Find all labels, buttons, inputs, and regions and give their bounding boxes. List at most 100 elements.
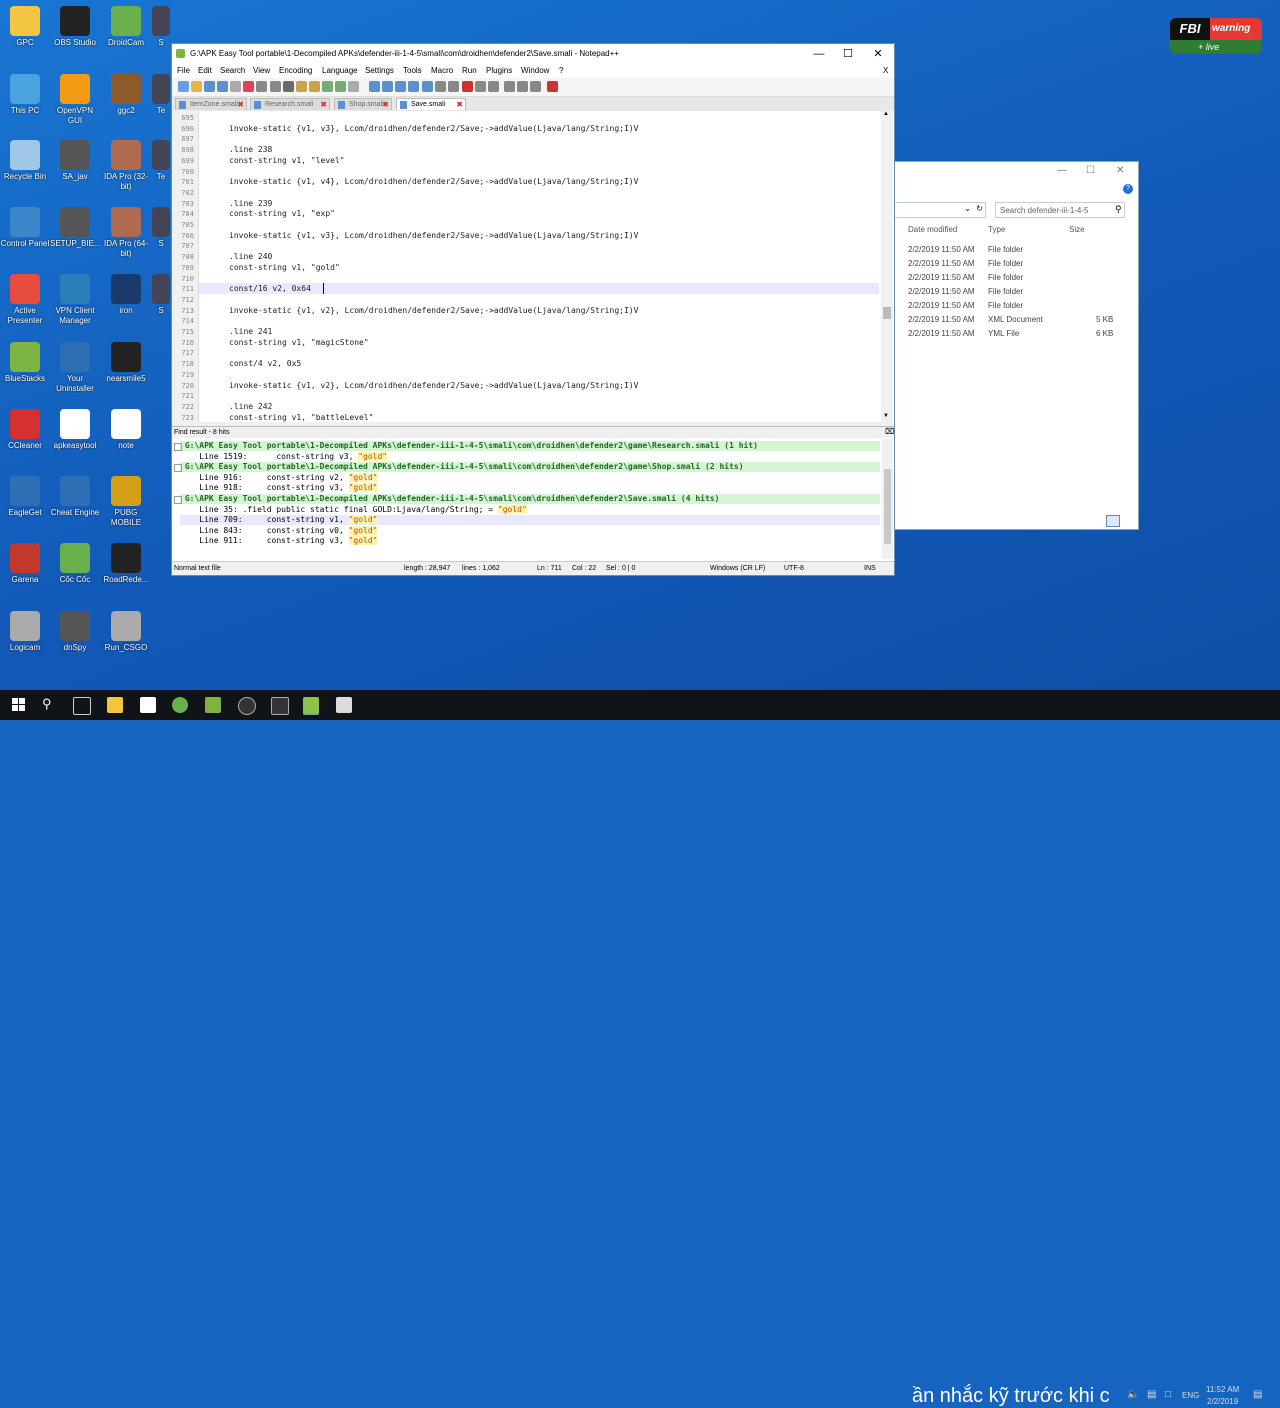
toolbar-button-icon[interactable]: [395, 81, 406, 92]
find-scrollbar[interactable]: [882, 439, 893, 559]
find-result-hit[interactable]: Line 918: const-string v3, "gold": [180, 483, 880, 493]
code-editor[interactable]: 695 696 invoke-static {v1, v3}, Lcom/droid…: [172, 111, 894, 422]
desktop-icon[interactable]: Logicam: [0, 611, 50, 653]
list-item[interactable]: 2/2/2019 11:50 AM XML Document 5 KB: [894, 314, 1138, 328]
code-line[interactable]: const-string v1, "gold": [229, 263, 340, 272]
toolbar-button-icon[interactable]: [348, 81, 359, 92]
desktop-icon[interactable]: Active Presenter: [0, 274, 50, 326]
store-icon[interactable]: [140, 697, 156, 713]
minimize-icon[interactable]: —: [1057, 165, 1067, 176]
menu-item[interactable]: Edit: [198, 64, 212, 78]
code-line[interactable]: .line 239: [229, 199, 272, 208]
desktop-icon[interactable]: apkeasytool: [50, 409, 100, 451]
find-result-hit[interactable]: Line 911: const-string v3, "gold": [180, 536, 880, 546]
toolbar-button-icon[interactable]: [243, 81, 254, 92]
desktop-icon[interactable]: Cốc Cốc: [50, 543, 100, 585]
toolbar-button-icon[interactable]: [322, 81, 333, 92]
desktop-icon[interactable]: IDA Pro (32-bit): [101, 140, 151, 192]
desktop-icon[interactable]: nearsmile5: [101, 342, 151, 384]
menu-item[interactable]: Macro: [431, 64, 453, 78]
desktop-icon[interactable]: SETUP_BIE...: [50, 207, 101, 249]
toolbar-button-icon[interactable]: [448, 81, 459, 92]
toolbar-button-icon[interactable]: [422, 81, 433, 92]
code-line[interactable]: invoke-static {v1, v3}, Lcom/droidhen/de…: [229, 231, 638, 240]
notepadpp-window[interactable]: G:\APK Easy Tool portable\1-Decompiled A…: [171, 43, 895, 576]
code-line[interactable]: const-string v1, "exp": [229, 209, 335, 218]
desktop-icon[interactable]: DroidCam: [101, 6, 151, 48]
toolbar-button-icon[interactable]: [530, 81, 541, 92]
toolbar-button-icon[interactable]: [504, 81, 515, 92]
list-item[interactable]: 2/2/2019 11:50 AM File folder: [894, 258, 1138, 272]
desktop-icon[interactable]: Recycle Bin: [0, 140, 50, 182]
fold-toggle-icon[interactable]: [174, 443, 182, 451]
desktop-icon[interactable]: S: [152, 207, 170, 249]
close-panel-icon[interactable]: ⌧: [885, 427, 894, 436]
desktop-icon[interactable]: Garena: [0, 543, 50, 585]
close-icon[interactable]: ✕: [863, 44, 893, 64]
toolbar-button-icon[interactable]: [204, 81, 215, 92]
code-line[interactable]: const/16 v2, 0x64: [229, 284, 311, 293]
details-view-icon[interactable]: [1106, 515, 1120, 527]
scroll-up-icon[interactable]: ▲: [883, 111, 889, 117]
notification-icon[interactable]: □: [1165, 1389, 1171, 1400]
scroll-thumb[interactable]: [883, 307, 891, 319]
notepadpp-taskbar-icon[interactable]: [303, 697, 319, 715]
menu-item[interactable]: File: [177, 64, 190, 78]
coccoc-icon[interactable]: [172, 697, 188, 713]
code-line[interactable]: .line 238: [229, 145, 272, 154]
code-line[interactable]: const-string v1, "magicStone": [229, 338, 369, 347]
code-line[interactable]: invoke-static {v1, v2}, Lcom/droidhen/de…: [229, 306, 638, 315]
toolbar-button-icon[interactable]: [488, 81, 499, 92]
desktop-icon[interactable]: note: [101, 409, 151, 451]
desktop-icon[interactable]: VPN Client Manager: [50, 274, 100, 326]
menu-item[interactable]: Run: [462, 64, 477, 78]
fold-toggle-icon[interactable]: [174, 464, 182, 473]
code-line[interactable]: .line 241: [229, 327, 272, 336]
toolbar-button-icon[interactable]: [217, 81, 228, 92]
toolbar-button-icon[interactable]: [408, 81, 419, 92]
maximize-icon[interactable]: ☐: [1086, 165, 1095, 176]
close-tab-icon[interactable]: ✖: [237, 99, 244, 111]
maximize-icon[interactable]: ☐: [833, 44, 863, 64]
close-tab-icon[interactable]: ✖: [320, 99, 327, 111]
desktop-icon[interactable]: RoadRede...: [101, 543, 151, 585]
list-item[interactable]: 2/2/2019 11:50 AM YML File 6 KB: [894, 328, 1138, 342]
find-results-panel[interactable]: Find result - 8 hits ⌧ G:\APK Easy Tool …: [172, 426, 894, 561]
menu-item[interactable]: Settings: [365, 64, 394, 78]
menu-item[interactable]: Search: [220, 64, 245, 78]
toolbar-button-icon[interactable]: [296, 81, 307, 92]
menu-item[interactable]: ?: [559, 64, 563, 78]
menu-item[interactable]: Language: [322, 64, 358, 78]
desktop-icon[interactable]: Run_CSGO: [101, 611, 151, 653]
search-input[interactable]: Search defender-iii-1-4-5: [995, 202, 1125, 218]
scroll-down-icon[interactable]: ▼: [883, 413, 889, 419]
find-result-file[interactable]: G:\APK Easy Tool portable\1-Decompiled A…: [180, 462, 880, 473]
desktop-icon[interactable]: OBS Studio: [50, 6, 100, 48]
find-result-hit[interactable]: Line 709: const-string v1, "gold": [180, 515, 880, 526]
action-center-icon[interactable]: ▤: [1253, 1389, 1262, 1400]
tab-itemzone[interactable]: ItemZone.smali ✖: [175, 98, 247, 110]
list-item[interactable]: 2/2/2019 11:50 AM File folder: [894, 300, 1138, 314]
list-item[interactable]: 2/2/2019 11:50 AM File folder: [894, 272, 1138, 286]
desktop-icon[interactable]: GPC: [0, 6, 50, 48]
file-explorer-icon[interactable]: [107, 697, 123, 713]
file-explorer-window[interactable]: — ☐ ✕ ? ⌄ ↻ Search defender-iii-1-4-5 ⚲ …: [893, 161, 1139, 530]
find-result-hit[interactable]: Line 843: const-string v0, "gold": [180, 525, 880, 536]
menu-item[interactable]: Tools: [403, 64, 422, 78]
tab-research[interactable]: Research.smali ✖: [250, 98, 330, 110]
toolbar-button-icon[interactable]: [178, 81, 189, 92]
obs-icon[interactable]: [238, 697, 256, 715]
code-line[interactable]: const/4 v2, 0x5: [229, 359, 301, 368]
column-date-modified[interactable]: Date modified: [908, 225, 957, 234]
minimize-icon[interactable]: —: [804, 44, 834, 64]
toolbar-button-icon[interactable]: [369, 81, 380, 92]
language-indicator[interactable]: ENG: [1182, 1391, 1199, 1400]
refresh-icon[interactable]: ↻: [976, 204, 983, 213]
menu-item[interactable]: Plugins: [486, 64, 512, 78]
close-tab-icon[interactable]: ✖: [382, 99, 389, 111]
toolbar-button-icon[interactable]: [335, 81, 346, 92]
desktop-icon[interactable]: CCleaner: [0, 409, 50, 451]
code-line[interactable]: invoke-static {v1, v4}, Lcom/droidhen/de…: [229, 177, 638, 186]
toolbar-button-icon[interactable]: [435, 81, 446, 92]
code-line[interactable]: .line 242: [229, 402, 272, 411]
